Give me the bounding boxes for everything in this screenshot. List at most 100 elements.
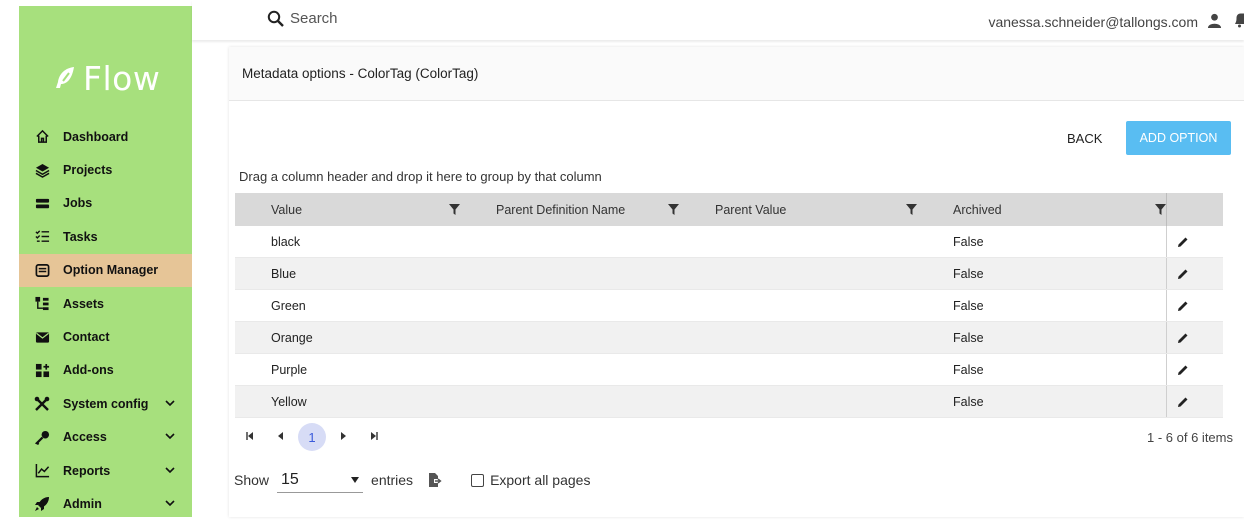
- edit-button[interactable]: [1166, 386, 1198, 417]
- logo[interactable]: Flow: [53, 58, 160, 98]
- checklist-icon: [34, 229, 50, 245]
- chevron-down-icon[interactable]: [165, 431, 175, 443]
- edit-button[interactable]: [1166, 290, 1198, 321]
- column-header-parent-value[interactable]: Parent Value: [679, 193, 917, 226]
- top-bar: Search vanessa.schneider@tallongs.com: [192, 0, 1244, 40]
- cell-archived: False: [953, 266, 984, 281]
- last-page-icon: [371, 432, 378, 440]
- table-row: Yellow False: [235, 386, 1223, 418]
- cell-archived: False: [953, 298, 984, 313]
- cell-archived: False: [953, 234, 984, 249]
- edit-button[interactable]: [1166, 354, 1198, 385]
- cell-parent-definition-name: [460, 322, 679, 353]
- first-page-icon: [246, 432, 253, 440]
- chart-icon: [34, 463, 50, 479]
- sidebar: Flow Dashboard Projects Jobs Tasks Optio…: [19, 6, 192, 517]
- back-button[interactable]: BACK: [1067, 131, 1102, 146]
- page-number-current[interactable]: 1: [298, 423, 326, 451]
- cell-parent-definition-name: [460, 258, 679, 289]
- sidebar-item-access[interactable]: Access: [19, 421, 192, 454]
- export-all-label[interactable]: Export all pages: [490, 472, 590, 488]
- key-icon: [34, 429, 50, 445]
- sidebar-item-label: Reports: [63, 463, 111, 478]
- sidebar-item-label: Dashboard: [63, 129, 129, 144]
- sidebar-item-label: Assets: [63, 296, 104, 311]
- pencil-icon: [1177, 237, 1187, 247]
- cell-value: Yellow: [271, 394, 307, 409]
- sidebar-item-tasks[interactable]: Tasks: [19, 220, 192, 253]
- first-page-button[interactable]: [235, 431, 265, 443]
- table-row: black False: [235, 226, 1223, 258]
- table-row: Green False: [235, 290, 1223, 322]
- pencil-icon: [1177, 301, 1187, 311]
- sidebar-item-reports[interactable]: Reports: [19, 454, 192, 487]
- sidebar-item-dashboard[interactable]: Dashboard: [19, 120, 192, 153]
- column-header-label: Parent Value: [715, 202, 787, 217]
- export-all-checkbox[interactable]: [471, 473, 485, 487]
- sidebar-item-label: Projects: [63, 163, 113, 178]
- cell-parent-value: [679, 322, 917, 353]
- sidebar-item-assets[interactable]: Assets: [19, 287, 192, 320]
- cell-archived: False: [953, 330, 984, 345]
- chevron-down-icon[interactable]: [165, 465, 175, 477]
- export-icon[interactable]: [427, 472, 443, 488]
- main-panel: Metadata options - ColorTag (ColorTag) B…: [229, 47, 1244, 517]
- page-size-select[interactable]: 15: [277, 467, 364, 493]
- edit-button[interactable]: [1166, 322, 1198, 353]
- filter-icon[interactable]: [449, 204, 460, 215]
- cell-parent-definition-name: [460, 290, 679, 321]
- table-row: Purple False: [235, 354, 1223, 386]
- prev-page-button[interactable]: [265, 431, 295, 443]
- column-header-value[interactable]: Value: [235, 193, 460, 226]
- search-input[interactable]: Search: [290, 10, 338, 27]
- assets-icon: [34, 296, 50, 312]
- column-header-parent-definition-name[interactable]: Parent Definition Name: [460, 193, 679, 226]
- group-by-hint[interactable]: Drag a column header and drop it here to…: [239, 169, 602, 184]
- addons-icon: [34, 362, 50, 378]
- cell-parent-value: [679, 226, 917, 257]
- sidebar-item-system-config[interactable]: System config: [19, 387, 192, 420]
- bell-icon[interactable]: [1235, 12, 1244, 28]
- edit-button[interactable]: [1166, 226, 1198, 257]
- sidebar-item-admin[interactable]: Admin: [19, 487, 192, 520]
- filter-icon[interactable]: [906, 204, 917, 215]
- filter-icon[interactable]: [1155, 204, 1166, 215]
- user-icon[interactable]: [1207, 13, 1222, 28]
- cell-value: Blue: [271, 266, 297, 281]
- filter-icon[interactable]: [668, 204, 679, 215]
- cell-value: Green: [271, 298, 306, 313]
- rocket-icon: [34, 496, 50, 512]
- sidebar-item-add-ons[interactable]: Add-ons: [19, 354, 192, 387]
- pencil-icon: [1177, 365, 1187, 375]
- sidebar-item-projects[interactable]: Projects: [19, 153, 192, 186]
- page-size-value: 15: [281, 470, 299, 488]
- cell-value: Purple: [271, 362, 308, 377]
- search-box[interactable]: Search: [267, 10, 338, 27]
- chevron-down-icon[interactable]: [165, 398, 175, 410]
- column-header-label: Parent Definition Name: [496, 202, 626, 217]
- tools-icon: [34, 396, 50, 412]
- prev-page-icon: [278, 432, 283, 440]
- add-option-button[interactable]: ADD OPTION: [1126, 121, 1231, 155]
- sidebar-item-contact[interactable]: Contact: [19, 320, 192, 353]
- last-page-button[interactable]: [359, 431, 389, 443]
- pager: 1 1 - 6 of 6 items: [235, 421, 1233, 453]
- user-email[interactable]: vanessa.schneider@tallongs.com: [988, 14, 1198, 30]
- next-page-button[interactable]: [329, 431, 359, 443]
- cell-parent-definition-name: [460, 354, 679, 385]
- pencil-icon: [1177, 269, 1187, 279]
- edit-button[interactable]: [1166, 258, 1198, 289]
- sidebar-item-label: System config: [63, 396, 149, 411]
- next-page-icon: [341, 432, 346, 440]
- column-header-archived[interactable]: Archived: [917, 193, 1166, 226]
- cell-parent-value: [679, 290, 917, 321]
- table-row: Blue False: [235, 258, 1223, 290]
- chevron-down-icon[interactable]: [165, 498, 175, 510]
- entries-label: entries: [371, 472, 414, 488]
- pencil-icon: [1177, 333, 1187, 343]
- cell-archived: False: [953, 394, 984, 409]
- sidebar-item-option-manager[interactable]: Option Manager: [19, 253, 192, 287]
- sidebar-item-jobs[interactable]: Jobs: [19, 187, 192, 220]
- layers-icon: [34, 162, 50, 178]
- cell-parent-value: [679, 386, 917, 417]
